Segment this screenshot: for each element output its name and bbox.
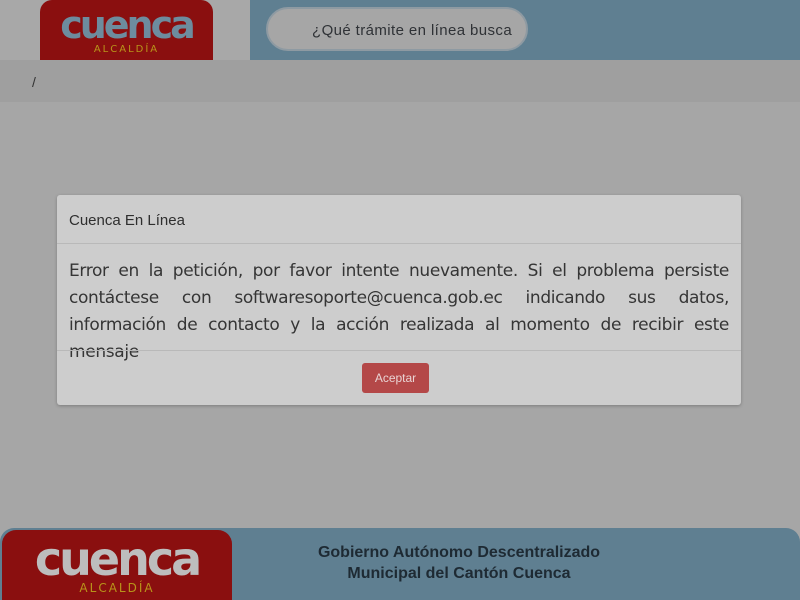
error-dialog: Cuenca En Línea Error en la petición, po… (57, 195, 741, 405)
dialog-header-divider (57, 243, 741, 244)
site-footer: cuenca ALCALDÍA Gobierno Autónomo Descen… (0, 528, 800, 600)
accept-button[interactable]: Aceptar (362, 363, 429, 393)
search-bar-area: ¿Qué trámite en línea busca (250, 0, 800, 60)
footer-logo-wordmark: cuenca (34, 532, 202, 586)
breadcrumb-separator: / (32, 74, 36, 90)
footer-alcaldia-logo[interactable]: cuenca ALCALDÍA (2, 530, 232, 600)
footer-line-2: Municipal del Cantón Cuenca (347, 565, 571, 582)
footer-line-1: Gobierno Autónomo Descentralizado (317, 544, 601, 561)
dialog-title: Cuenca En Línea (69, 212, 185, 229)
site-header: cuenca ALCALDÍA ¿Qué trámite en línea bu… (0, 0, 800, 60)
breadcrumb: / (0, 60, 800, 102)
alcaldia-logo[interactable]: cuenca ALCALDÍA (40, 0, 213, 60)
footer-institution-name: Gobierno Autónomo Descentralizado Munici… (250, 542, 668, 584)
dialog-footer-divider (57, 350, 741, 351)
logo-wordmark: cuenca (60, 3, 196, 47)
search-input[interactable]: ¿Qué trámite en línea busca (266, 7, 528, 51)
